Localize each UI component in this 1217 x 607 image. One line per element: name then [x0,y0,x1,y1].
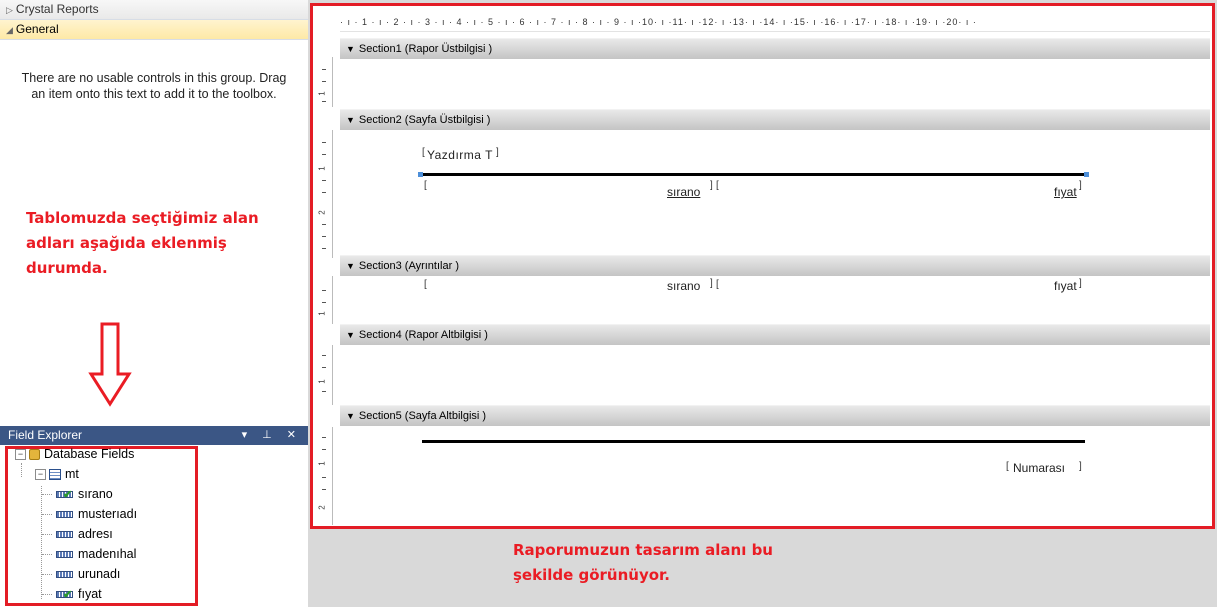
section-label: Section3 (Ayrıntılar ) [358,260,459,272]
header-fiyat-field[interactable]: fıyat [1054,185,1077,199]
selection-handle[interactable] [418,172,423,177]
print-date-field[interactable]: Yazdırma T [427,148,493,162]
field-bracket: ] [710,278,713,289]
field-icon [56,571,73,579]
annotation-fields-note: Tablomuzda seçtiğimiz alan adları aşağıd… [26,209,259,277]
tree-line [41,486,42,599]
field-bracket: ] [1079,278,1082,289]
tree-branch [42,514,52,515]
collapse-toggle-icon[interactable]: − [15,449,26,461]
header-line[interactable] [420,173,1087,176]
section5-header[interactable]: ▼ Section5 (Sayfa Altbilgisi ) [340,405,1210,426]
tree-branch [42,494,52,495]
horizontal-ruler[interactable]: · ı · 1 · ı · 2 · ı · 3 · ı · 4 · ı · 5 … [340,13,1210,32]
header-sirano-field[interactable]: sırano [667,185,700,199]
section1-header[interactable]: ▼ Section1 (Rapor Üstbilgisi ) [340,38,1210,59]
field-icon [56,531,73,539]
field-bracket: [ [716,180,719,191]
field-icon [56,551,73,559]
field-explorer-titlebar: Field Explorer ▾ ⊥ ✕ [0,426,308,445]
footer-line[interactable] [422,440,1085,443]
collapse-triangle-icon[interactable]: ▼ [346,115,355,125]
collapse-arrow-icon: ◢ [6,25,13,35]
detail-fiyat-field[interactable]: fıyat [1054,279,1077,293]
field-label: madenıhal [78,547,137,561]
section-label: Section4 (Rapor Altbilgisi ) [358,329,488,341]
section-label: Section5 (Sayfa Altbilgisi ) [358,410,487,422]
field-bracket: [ [1006,461,1009,472]
toolbox-empty-message[interactable]: There are no usable controls in this gro… [19,70,289,102]
toolbox-group-label: General [15,22,59,36]
tree-field-fiyat[interactable]: ✔ fıyat [56,584,102,604]
tree-branch [42,574,52,575]
expand-arrow-icon: ▷ [6,5,13,15]
tree-field-urunadi[interactable]: urunadı [56,564,120,584]
table-icon [49,469,61,481]
field-bracket: [ [716,279,719,290]
tree-field-musteriadi[interactable]: musterıadı [56,504,137,524]
tree-node-label: Database Fields [44,447,135,461]
collapse-triangle-icon[interactable]: ▼ [346,411,355,421]
collapse-triangle-icon[interactable]: ▼ [346,330,355,340]
collapse-toggle-icon[interactable]: − [35,469,46,481]
field-bracket: ] [710,180,713,191]
section-label: Section2 (Sayfa Üstbilgisi ) [358,114,491,126]
annotation-design-note: Raporumuzun tasarım alanı bu şekilde gör… [513,541,773,584]
tree-node-label: mt [65,467,79,481]
tree-field-adresi[interactable]: adresı [56,524,113,544]
tree-branch [42,534,52,535]
field-explorer-panel: Field Explorer ▾ ⊥ ✕ − Database Fields − m… [0,426,308,607]
vertical-ruler-section3[interactable]: 1 [318,276,333,324]
page-number-field[interactable]: Numarası [1013,461,1065,475]
panel-window-controls[interactable]: ▾ ⊥ ✕ [242,426,302,445]
field-label: musterıadı [78,507,138,521]
section-label: Section1 (Rapor Üstbilgisi ) [358,43,493,55]
field-label: adresı [78,527,113,541]
field-bracket: ] [496,147,499,158]
database-icon [29,449,40,461]
field-label: fıyat [78,587,102,601]
tree-node-table-mt[interactable]: − mt [35,464,79,484]
collapse-triangle-icon[interactable]: ▼ [346,44,355,54]
vertical-ruler-section1[interactable]: 1 [318,57,333,107]
vertical-ruler-section4[interactable]: 1 [318,345,333,405]
vertical-ruler-section2[interactable]: 12 [318,130,333,258]
selection-handle[interactable] [1084,172,1089,177]
field-icon: ✔ [56,589,73,602]
check-icon: ✔ [63,489,73,502]
field-icon [56,511,73,519]
detail-sirano-field[interactable]: sırano [667,279,700,293]
check-icon: ✔ [63,589,73,602]
field-bracket: ] [1079,461,1082,472]
field-bracket: [ [424,180,427,191]
field-bracket: ] [1079,180,1082,191]
tree-field-madenihal[interactable]: madenıhal [56,544,136,564]
field-label: sırano [78,487,113,501]
field-icon: ✔ [56,489,73,502]
vertical-ruler-section5[interactable]: 12 [318,427,333,525]
section3-header[interactable]: ▼ Section3 (Ayrıntılar ) [340,255,1210,276]
tree-field-sirano[interactable]: ✔ sırano [56,484,113,504]
toolbox-group-label: Crystal Reports [15,2,99,16]
field-label: urunadı [78,567,121,581]
field-bracket: [ [422,147,425,158]
field-bracket: [ [424,279,427,290]
tree-branch [42,594,52,595]
toolbox-group-crystal-reports[interactable]: ▷ Crystal Reports [0,0,308,20]
toolbox-group-general[interactable]: ◢ General [0,20,308,40]
field-explorer-title: Field Explorer [8,428,83,442]
tree-line [21,463,22,477]
section2-header[interactable]: ▼ Section2 (Sayfa Üstbilgisi ) [340,109,1210,130]
down-arrow-icon [88,322,132,407]
tree-branch [42,554,52,555]
collapse-triangle-icon[interactable]: ▼ [346,261,355,271]
section4-header[interactable]: ▼ Section4 (Rapor Altbilgisi ) [340,324,1210,345]
tree-node-database-fields[interactable]: − Database Fields [15,444,134,464]
